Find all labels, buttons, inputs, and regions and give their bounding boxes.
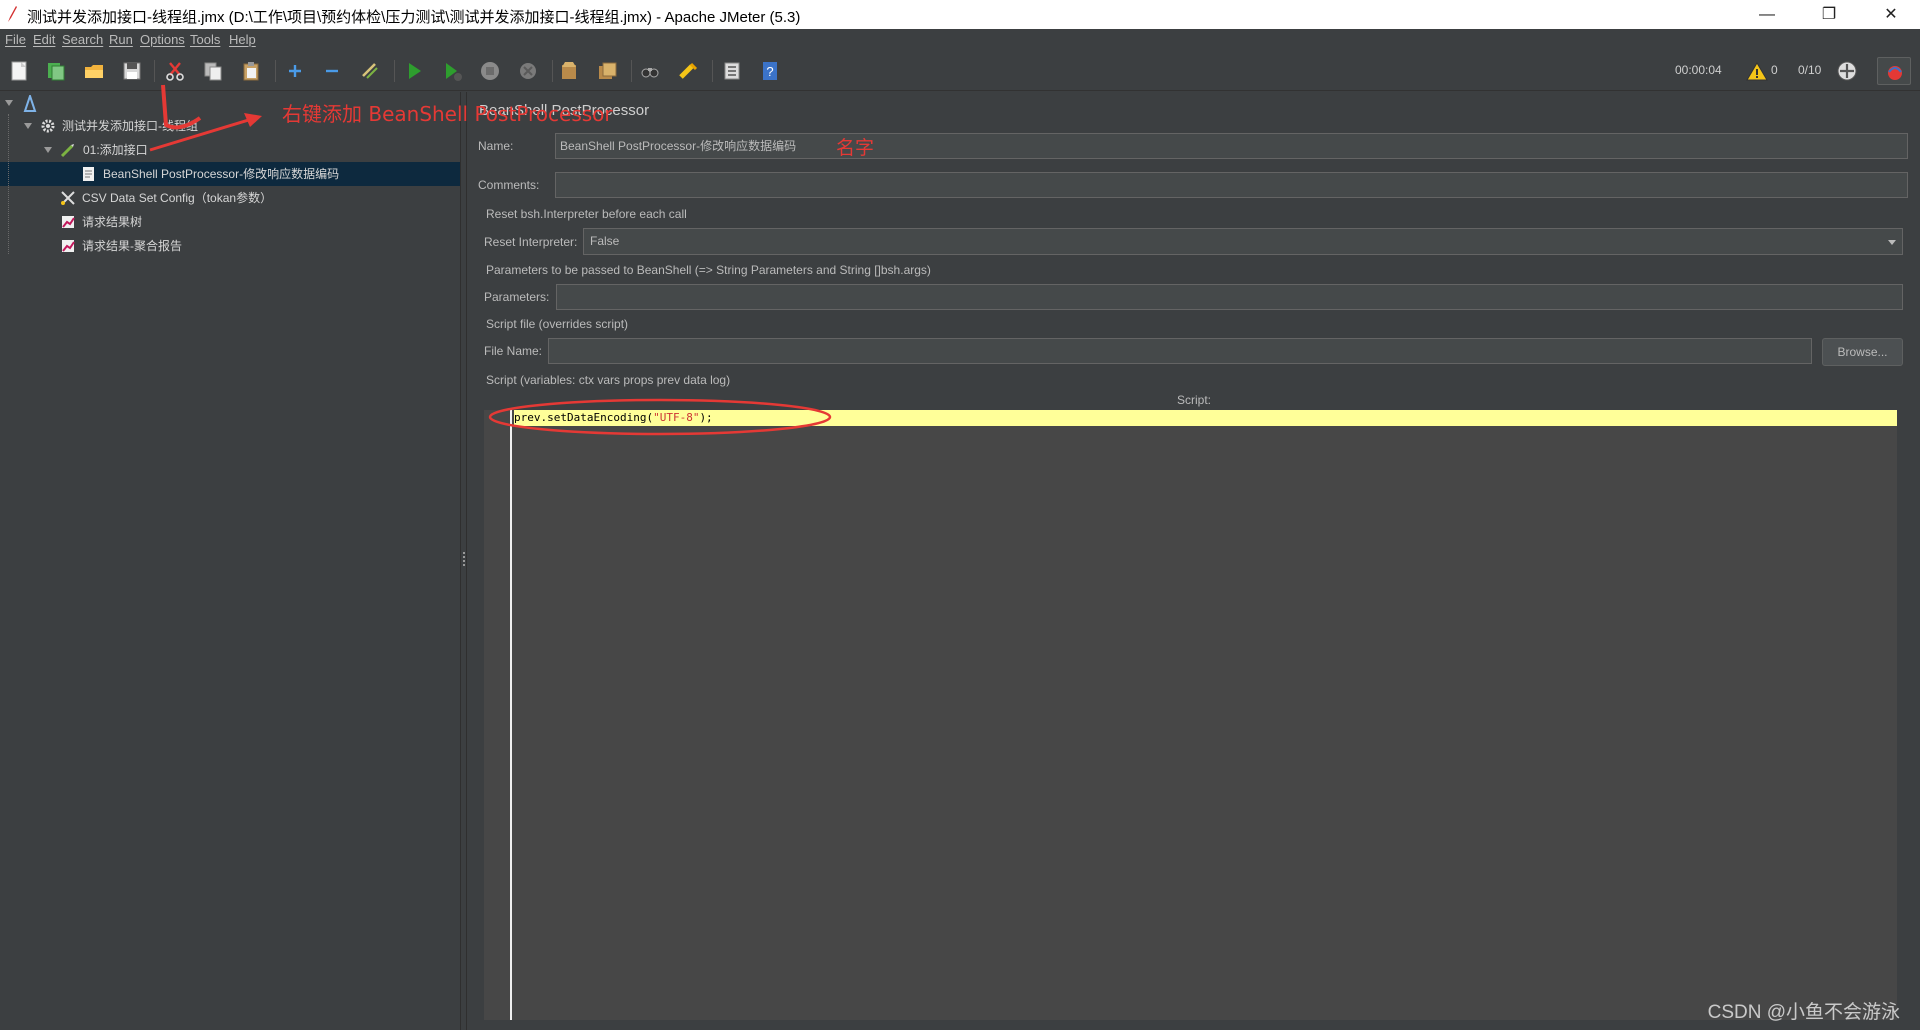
tree-item-label: BeanShell PostProcessor-修改响应数据编码 [103, 167, 340, 181]
panel-splitter[interactable] [460, 92, 467, 1030]
clear-icon[interactable] [557, 59, 581, 83]
chevron-down-icon [1888, 240, 1896, 245]
menu-options[interactable]: Options [140, 32, 185, 47]
menu-run[interactable]: Run [109, 32, 133, 47]
tree-item-csv-config[interactable]: CSV Data Set Config（tokan参数） [60, 186, 460, 210]
script-section-title: Script (variables: ctx vars props prev d… [486, 373, 731, 387]
menu-edit[interactable]: Edit [33, 32, 55, 47]
active-threads: 0/10 [1798, 63, 1822, 77]
menu-search[interactable]: Search [62, 32, 103, 47]
script-file-section-title: Script file (overrides script) [486, 317, 629, 331]
tree-item-results-tree[interactable]: 请求结果树 [60, 210, 460, 234]
minimize-button[interactable]: — [1738, 0, 1796, 29]
stop-icon[interactable] [478, 59, 502, 83]
script-code-suffix: ); [699, 411, 713, 424]
title-bar: 测试并发添加接口-线程组.jmx (D:\工作\项目\预约体检\压力测试\测试并… [0, 0, 1920, 29]
current-line-highlight [514, 410, 1897, 426]
script-code[interactable]: prev.setDataEncoding("UTF-8"); [514, 411, 713, 424]
warning-count: 0 [1771, 63, 1778, 77]
tree-item-label: 测试并发添加接口-线程组 [62, 119, 198, 133]
csdn-watermark: CSDN @小鱼不会游泳 [1707, 1002, 1900, 1023]
menu-file[interactable]: File [5, 32, 26, 47]
tree-item-label: 01:添加接口 [83, 143, 148, 157]
cut-icon[interactable] [163, 59, 187, 83]
reset-interpreter-value: False [590, 234, 620, 248]
name-field[interactable]: BeanShell PostProcessor-修改响应数据编码 [555, 133, 1908, 159]
postprocessor-doc-icon [83, 167, 94, 181]
reset-section-title: Reset bsh.Interpreter before each call [486, 207, 687, 221]
comments-field[interactable] [555, 172, 1908, 198]
open-icon[interactable] [82, 59, 106, 83]
menu-tools[interactable]: Tools [190, 32, 220, 47]
annotation-add-hint: 右键添加 BeanShell PostProcessor [282, 102, 613, 126]
parameters-section-title: Parameters to be passed to BeanShell (=>… [486, 263, 931, 277]
tree-toggle-sampler[interactable] [44, 147, 52, 153]
reset-search-icon[interactable] [676, 59, 700, 83]
menu-bar: File Edit Search Run Options Tools Help [0, 29, 1920, 51]
tree-item-label: 请求结果树 [82, 215, 143, 229]
toolbar: ? 00:00:04 0 0/10 [0, 51, 1920, 91]
gear-icon [41, 119, 55, 133]
listener-chart-icon [62, 240, 75, 252]
tree-item-sampler[interactable]: 01:添加接口 [60, 138, 460, 162]
jmeter-feather-icon [8, 6, 17, 22]
remote-engines-icon[interactable] [1835, 59, 1859, 83]
file-name-field[interactable] [548, 338, 1812, 364]
tree-item-label: CSV Data Set Config（tokan参数） [82, 191, 273, 205]
test-plan-icon[interactable] [23, 95, 37, 113]
function-helper-icon[interactable] [720, 59, 744, 83]
help-icon[interactable]: ? [758, 59, 782, 83]
sampler-pencil-icon [60, 144, 74, 158]
elapsed-timer: 00:00:04 [1675, 63, 1722, 77]
search-icon[interactable] [638, 59, 662, 83]
parameters-field[interactable] [556, 284, 1903, 310]
clear-all-icon[interactable] [595, 59, 619, 83]
warning-icon[interactable] [1745, 60, 1769, 84]
paste-icon[interactable] [239, 59, 263, 83]
menu-help[interactable]: Help [229, 32, 256, 47]
start-icon[interactable] [402, 59, 426, 83]
new-icon[interactable] [7, 59, 31, 83]
script-label: Script: [1177, 393, 1212, 407]
file-name-label: File Name: [484, 344, 543, 358]
line-number-gutter [484, 410, 512, 1020]
svg-text:?: ? [766, 64, 773, 79]
tree-toggle-root[interactable] [5, 100, 13, 106]
close-button[interactable]: ✕ [1862, 0, 1920, 29]
tree-item-label: 请求结果-聚合报告 [82, 239, 182, 253]
browse-button[interactable]: Browse... [1822, 338, 1903, 366]
script-editor[interactable]: prev.setDataEncoding("UTF-8"); [484, 410, 1897, 1020]
save-icon[interactable] [120, 59, 144, 83]
log-viewer-icon[interactable] [1877, 57, 1911, 85]
expand-icon[interactable] [283, 59, 307, 83]
parameters-label: Parameters: [484, 290, 550, 304]
window-title: 测试并发添加接口-线程组.jmx (D:\工作\项目\预约体检\压力测试\测试并… [27, 9, 801, 26]
name-label: Name: [478, 139, 514, 153]
reset-interpreter-label: Reset Interpreter: [484, 235, 578, 249]
maximize-button[interactable]: ❐ [1800, 0, 1858, 29]
script-code-prefix: prev.setDataEncoding( [514, 411, 654, 424]
collapse-icon[interactable] [320, 59, 344, 83]
listener-chart-icon [62, 216, 75, 228]
templates-icon[interactable] [44, 59, 68, 83]
tree-item-aggregate-report[interactable]: 请求结果-聚合报告 [60, 234, 460, 258]
tree-toggle-threadgroup[interactable] [24, 123, 32, 129]
comments-label: Comments: [478, 178, 540, 192]
toggle-icon[interactable] [358, 59, 382, 83]
tree-item-postprocessor[interactable]: BeanShell PostProcessor-修改响应数据编码 [0, 162, 460, 186]
copy-icon[interactable] [201, 59, 225, 83]
shutdown-icon[interactable] [516, 59, 540, 83]
config-scissors-icon [61, 191, 75, 205]
reset-interpreter-select[interactable]: False [583, 228, 1903, 255]
annotation-name-hint: 名字 [836, 137, 875, 159]
start-no-pause-icon[interactable] [440, 59, 464, 83]
script-code-string: "UTF-8" [653, 411, 700, 424]
test-plan-tree: 测试并发添加接口-线程组 01:添加接口 BeanShell PostProce… [0, 92, 460, 1030]
